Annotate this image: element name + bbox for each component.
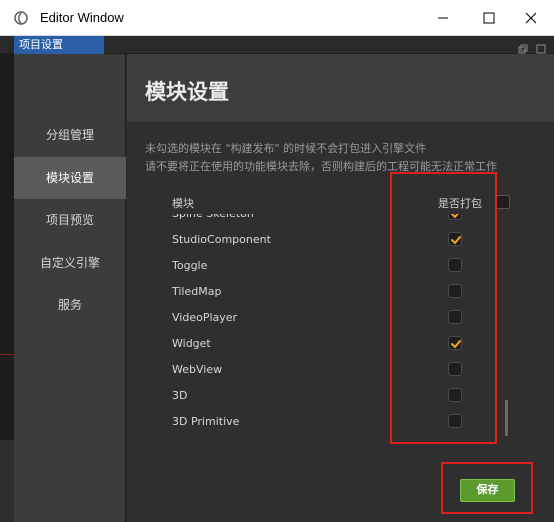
select-all-checkbox[interactable] (496, 195, 510, 209)
column-header-module: 模块 (172, 197, 194, 210)
module-name: 3D Primitive (172, 415, 240, 428)
panel-controls (518, 39, 546, 54)
popout-icon[interactable] (518, 39, 528, 54)
annotation-highlight-pack-column (390, 172, 497, 444)
minimize-button[interactable] (420, 0, 466, 36)
scrollbar-thumb[interactable] (505, 400, 508, 436)
maximize-icon (483, 12, 495, 24)
page-title: 模块设置 (145, 80, 229, 104)
module-name: Widget (172, 337, 211, 350)
module-name: Toggle (172, 259, 208, 272)
module-name: VideoPlayer (172, 311, 238, 324)
annotation-highlight-save (441, 462, 533, 514)
window-title-bar: Editor Window (0, 0, 554, 36)
panel-maximize-icon[interactable] (536, 39, 546, 54)
settings-sidebar: 分组管理 模块设置 项目预览 自定义引擎 服务 (14, 54, 126, 522)
module-name: Spine Skeleton (172, 214, 254, 220)
sidebar-item-project-preview[interactable]: 项目预览 (14, 199, 126, 241)
module-name: StudioComponent (172, 233, 271, 246)
close-icon (525, 12, 537, 24)
panel-header: 模块设置 (127, 54, 554, 122)
description-line-1: 未勾选的模块在 "构建发布" 的时候不会打包进入引擎文件 (145, 142, 427, 155)
module-name: WebView (172, 363, 223, 376)
window-title: Editor Window (40, 10, 124, 25)
close-button[interactable] (508, 0, 554, 36)
module-name: 3D (172, 389, 188, 402)
background-editor-bottom (0, 440, 14, 522)
sidebar-item-group-management[interactable]: 分组管理 (14, 114, 126, 156)
sidebar-item-services[interactable]: 服务 (14, 284, 126, 326)
sidebar-item-custom-engine[interactable]: 自定义引擎 (14, 242, 126, 284)
module-list-scrollbar[interactable] (505, 224, 508, 436)
app-logo-icon (14, 11, 28, 25)
minimize-icon (438, 17, 448, 19)
sidebar-item-module-settings[interactable]: 模块设置 (14, 157, 126, 199)
tab-project-settings[interactable]: 项目设置 (14, 36, 104, 54)
module-name: TiledMap (172, 285, 222, 298)
maximize-button[interactable] (466, 0, 512, 36)
panel-tab-strip: 项目设置 (0, 36, 554, 54)
